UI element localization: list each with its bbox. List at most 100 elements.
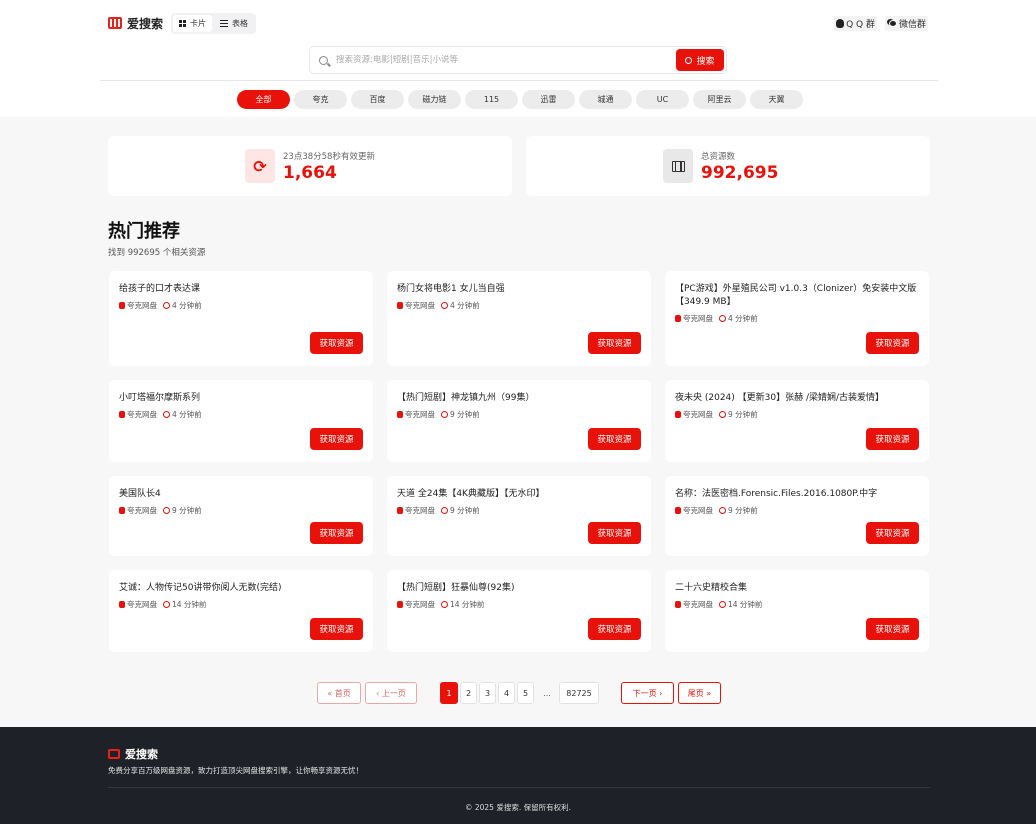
copyright: © 2025 爱搜索. 保留所有权利. (464, 803, 571, 812)
get-resource-button[interactable]: 获取资源 (588, 428, 641, 450)
resource-time: 4 分钟前 (441, 300, 480, 311)
filter-chip[interactable]: 天翼 (750, 90, 803, 109)
resource-card[interactable]: 【热门短剧】狂暴仙尊(92集) 夸克网盘 14 分钟前 获取资源 (387, 570, 651, 652)
resource-title[interactable]: 【热门短剧】狂暴仙尊(92集) (397, 582, 641, 595)
section-title: 热门推荐 (108, 221, 180, 242)
pagination: « 首页 ‹ 上一页 1 2 3 4 5 ... 82725 下一页 › 尾页 … (0, 682, 1036, 707)
page-button[interactable]: 3 (479, 682, 496, 704)
footer: 爱搜索 免费分享百万级网盘资源，致力打造顶尖网盘搜索引擎，让你畅享资源无忧！ ©… (0, 727, 1036, 824)
prev-page-button[interactable]: ‹ 上一页 (365, 682, 417, 704)
page-button[interactable]: 2 (460, 682, 477, 704)
resource-source: 夸克网盘 (397, 409, 435, 420)
filter-chip[interactable]: 115 (465, 90, 518, 109)
get-resource-button[interactable]: 获取资源 (866, 618, 919, 640)
resource-time: 4 分钟前 (163, 300, 202, 311)
resource-title[interactable]: 杨门女将电影1 女儿当自强 (397, 283, 641, 296)
resource-meta: 夸克网盘 9 分钟前 (675, 409, 919, 420)
resource-meta: 夸克网盘 4 分钟前 (119, 300, 363, 311)
filter-chip[interactable]: 迅雷 (522, 90, 575, 109)
clock-icon (163, 507, 170, 514)
page-button[interactable]: 1 (440, 682, 458, 704)
search-input[interactable] (336, 55, 676, 65)
resource-meta: 夸克网盘 4 分钟前 (397, 300, 641, 311)
resource-source: 夸克网盘 (397, 505, 435, 516)
resource-title[interactable]: 艾诚：人物传记50讲带你阅人无数(完结) (119, 582, 363, 595)
resource-title[interactable]: 【PC游戏】外星殖民公司 v1.0.3（Clonizer）免安装中文版【349.… (675, 283, 919, 309)
resource-card[interactable]: 二十六史精校合集 夸克网盘 14 分钟前 获取资源 (665, 570, 929, 652)
get-resource-button[interactable]: 获取资源 (310, 332, 363, 354)
page-button[interactable]: 4 (498, 682, 515, 704)
get-resource-button[interactable]: 获取资源 (866, 332, 919, 354)
resource-card[interactable]: 【PC游戏】外星殖民公司 v1.0.3（Clonizer）免安装中文版【349.… (665, 271, 929, 366)
update-stat-value: 1,664 (283, 162, 337, 183)
get-resource-button[interactable]: 获取资源 (310, 522, 363, 544)
total-stat-label: 总资源数 (701, 151, 736, 162)
resource-title[interactable]: 天道 全24集【4K典藏版】【无水印】 (397, 488, 641, 501)
clock-icon (719, 411, 726, 418)
resource-card[interactable]: 美国队长4 夸克网盘 9 分钟前 获取资源 (109, 476, 373, 556)
filter-chip[interactable]: 百度 (351, 90, 404, 109)
clock-icon (163, 302, 170, 309)
resource-meta: 夸克网盘 14 分钟前 (119, 599, 363, 610)
get-resource-button[interactable]: 获取资源 (866, 522, 919, 544)
clock-icon (719, 601, 726, 608)
first-page-button[interactable]: « 首页 (317, 682, 361, 704)
resource-meta: 夸克网盘 9 分钟前 (675, 505, 919, 516)
table-view-button[interactable]: 表格 (214, 15, 254, 32)
resource-card[interactable]: 艾诚：人物传记50讲带你阅人无数(完结) 夸克网盘 14 分钟前获取资源 (109, 570, 373, 652)
next-page-button[interactable]: 下一页 › (621, 682, 674, 704)
footer-divider (108, 787, 930, 788)
search-bar: 搜索 (309, 46, 727, 74)
filter-chip[interactable]: 全部 (237, 90, 290, 109)
resource-source: 夸克网盘 (675, 505, 713, 516)
resource-card[interactable]: 夜未央 (2024) 【更新30】张赫 /梁婧娴/古装爱情】 夸克网盘 9 分钟前获… (665, 380, 929, 462)
resource-title[interactable]: 小叮塔福尔摩斯系列 (119, 392, 363, 405)
group-links: Q Q 群 微信群 (834, 15, 928, 31)
resource-title[interactable]: 夜未央 (2024) 【更新30】张赫 /梁婧娴/古装爱情】 (675, 392, 919, 405)
resource-title[interactable]: 给孩子的口才表达课 (119, 283, 363, 296)
get-resource-button[interactable]: 获取资源 (588, 332, 641, 354)
last-page-number-button[interactable]: 82725 (559, 682, 599, 704)
resource-title[interactable]: 【热门短剧】神龙镇九州（99集） (397, 392, 641, 405)
clock-icon (441, 507, 448, 514)
database-icon (675, 601, 681, 608)
resource-card[interactable]: 名称：法医密档.Forensic.Files.2016.1080P.中字 夸克网盘… (665, 476, 929, 556)
search-button[interactable]: 搜索 (676, 49, 724, 71)
filter-chip[interactable]: 阿里云 (693, 90, 746, 109)
filter-chip[interactable]: 城通 (579, 90, 632, 109)
resource-source: 夸克网盘 (675, 599, 713, 610)
resource-card[interactable]: 【热门短剧】神龙镇九州（99集） 夸克网盘 9 分钟前 获取资源 (387, 380, 651, 462)
wechat-group-link[interactable]: 微信群 (884, 15, 928, 31)
resource-time: 9 分钟前 (441, 505, 480, 516)
update-stat-label: 23点38分58秒有效更新 (283, 151, 375, 162)
last-page-button[interactable]: 尾页 » (678, 682, 721, 704)
clock-icon (163, 601, 170, 608)
clock-icon (441, 302, 448, 309)
resource-card[interactable]: 给孩子的口才表达课 夸克网盘 4 分钟前获取资源 (109, 271, 373, 366)
resource-title[interactable]: 名称：法医密档.Forensic.Files.2016.1080P.中字 (675, 488, 919, 501)
filter-chip[interactable]: UC (636, 90, 689, 109)
resource-meta: 夸克网盘 9 分钟前 (397, 505, 641, 516)
resource-card[interactable]: 杨门女将电影1 女儿当自强 夸克网盘 4 分钟前获取资源 (387, 271, 651, 366)
resource-card[interactable]: 小叮塔福尔摩斯系列 夸克网盘 4 分钟前 获取资源 (109, 380, 373, 462)
database-icon (119, 601, 125, 608)
get-resource-button[interactable]: 获取资源 (866, 428, 919, 450)
filter-chip[interactable]: 磁力链 (408, 90, 461, 109)
get-resource-button[interactable]: 获取资源 (310, 618, 363, 640)
get-resource-button[interactable]: 获取资源 (310, 428, 363, 450)
total-stat-card: 总资源数 992,695 (526, 136, 930, 196)
resource-title[interactable]: 美国队长4 (119, 488, 363, 501)
resource-title[interactable]: 二十六史精校合集 (675, 582, 919, 595)
header: 爱搜索 卡片 表格 Q Q 群 微信群 搜索资源:电影|短剧|音乐|小说等 搜索… (0, 0, 1036, 117)
qq-group-link[interactable]: Q Q 群 (834, 15, 877, 31)
get-resource-button[interactable]: 获取资源 (588, 522, 641, 544)
card-view-button[interactable]: 卡片 (173, 14, 213, 32)
source-filters: 全部 夸克 百度 磁力链 115 迅雷 城通 UC 阿里云 天翼 (237, 90, 803, 109)
filter-chip[interactable]: 夸克 (294, 90, 347, 109)
logo[interactable]: 爱搜索 (108, 15, 163, 32)
database-icon (397, 302, 403, 309)
database-icon (675, 315, 681, 322)
page-button[interactable]: 5 (517, 682, 534, 704)
get-resource-button[interactable]: 获取资源 (588, 618, 641, 640)
resource-card[interactable]: 天道 全24集【4K典藏版】【无水印】 夸克网盘 9 分钟前获取资源 (387, 476, 651, 556)
